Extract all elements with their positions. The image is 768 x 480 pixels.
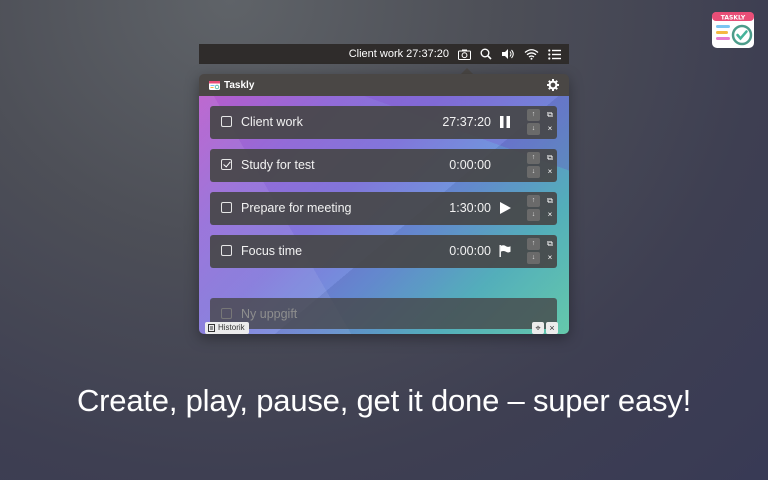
move-up-button[interactable]: ↑ <box>527 195 540 207</box>
play-icon[interactable] <box>498 201 512 215</box>
task-time: 1:30:00 <box>449 201 491 215</box>
task-checkbox-checked[interactable] <box>221 159 232 170</box>
row-side-controls: ⧉ × <box>545 238 555 265</box>
move-up-button[interactable]: ↑ <box>527 109 540 121</box>
task-name[interactable]: Study for test <box>241 158 315 172</box>
app-icon <box>209 80 220 90</box>
task-time: 0:00:00 <box>449 158 491 172</box>
gear-icon[interactable] <box>547 79 559 91</box>
delete-icon[interactable]: × <box>545 166 555 178</box>
task-row-prepare-for-meeting: Prepare for meeting 1:30:00 ↑ ↓ ⧉ × <box>210 192 557 225</box>
pause-icon[interactable] <box>498 115 512 129</box>
taskly-popover: Taskly Client work 27:37:20 ↑ ↓ ⧉ × Stud… <box>199 74 569 334</box>
wifi-icon[interactable] <box>524 48 539 60</box>
volume-icon[interactable] <box>501 48 515 60</box>
row-side-controls: ⧉ × <box>545 109 555 136</box>
row-side-controls: ⧉ × <box>545 195 555 222</box>
task-name[interactable]: Focus time <box>241 244 302 258</box>
row-side-controls: ⧉ × <box>545 152 555 179</box>
copy-icon[interactable]: ⧉ <box>545 195 555 207</box>
pin-icon[interactable]: ⌖ <box>532 322 544 334</box>
history-button[interactable]: Historik <box>205 322 249 334</box>
copy-icon[interactable]: ⧉ <box>545 238 555 250</box>
move-down-button[interactable]: ↓ <box>527 123 540 135</box>
camera-icon[interactable] <box>458 49 471 60</box>
popover-footer: Historik ⌖ × <box>199 320 569 334</box>
task-checkbox[interactable] <box>221 116 232 127</box>
delete-icon[interactable]: × <box>545 252 555 264</box>
task-name[interactable]: Client work <box>241 115 303 129</box>
reorder-controls: ↑ ↓ <box>527 195 540 222</box>
task-time: 0:00:00 <box>449 244 491 258</box>
move-up-button[interactable]: ↑ <box>527 152 540 164</box>
menubar-timer-title[interactable]: Client work 27:37:20 <box>349 48 449 60</box>
task-checkbox[interactable] <box>221 202 232 213</box>
reorder-controls: ↑ ↓ <box>527 152 540 179</box>
history-label: Historik <box>218 323 245 332</box>
move-down-button[interactable]: ↓ <box>527 209 540 221</box>
copy-icon[interactable]: ⧉ <box>545 152 555 164</box>
new-task-checkbox <box>221 308 232 319</box>
reorder-controls: ↑ ↓ <box>527 238 540 265</box>
task-row-study-for-test: Study for test 0:00:00 ↑ ↓ ⧉ × <box>210 149 557 182</box>
move-down-button[interactable]: ↓ <box>527 166 540 178</box>
delete-icon[interactable]: × <box>545 123 555 135</box>
history-icon <box>208 324 215 332</box>
search-icon[interactable] <box>480 48 492 60</box>
logo-text: TASKLY <box>721 15 746 22</box>
taskly-logo-icon: TASKLY <box>710 7 758 51</box>
menubar: Client work 27:37:20 <box>199 44 569 64</box>
task-name[interactable]: Prepare for meeting <box>241 201 351 215</box>
move-up-button[interactable]: ↑ <box>527 238 540 250</box>
reorder-controls: ↑ ↓ <box>527 109 540 136</box>
task-checkbox[interactable] <box>221 245 232 256</box>
move-down-button[interactable]: ↓ <box>527 252 540 264</box>
task-row-client-work: Client work 27:37:20 ↑ ↓ ⧉ × <box>210 106 557 139</box>
task-list-area: Client work 27:37:20 ↑ ↓ ⧉ × Study for t… <box>199 96 569 334</box>
popover-header: Taskly <box>199 74 569 96</box>
task-time: 27:37:20 <box>442 115 491 129</box>
task-row-focus-time: Focus time 0:00:00 ↑ ↓ ⧉ × <box>210 235 557 268</box>
copy-icon[interactable]: ⧉ <box>545 109 555 121</box>
flag-icon[interactable] <box>498 244 512 258</box>
delete-icon[interactable]: × <box>545 209 555 221</box>
marketing-caption: Create, play, pause, get it done – super… <box>76 383 692 418</box>
list-icon[interactable] <box>548 48 561 60</box>
close-icon[interactable]: × <box>546 322 558 334</box>
app-name: Taskly <box>224 79 255 91</box>
